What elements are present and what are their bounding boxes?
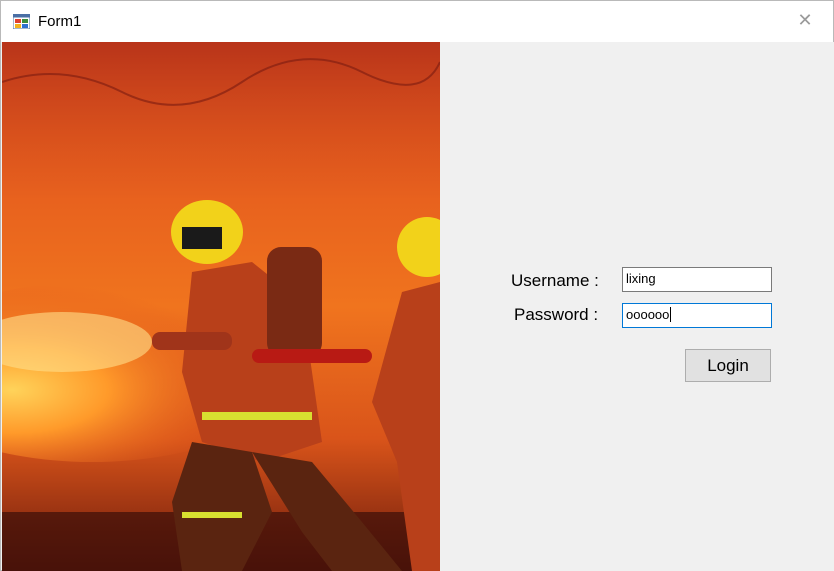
firefighters-image (2, 42, 440, 571)
login-form-panel: Username : lixing Password : oooooo Logi… (440, 42, 834, 571)
username-value: lixing (626, 271, 656, 286)
close-button[interactable]: ✕ (795, 11, 815, 31)
password-label: Password : (514, 305, 599, 324)
username-field[interactable]: lixing (622, 267, 772, 292)
title-bar[interactable]: Form1 ✕ (1, 1, 833, 42)
close-icon: ✕ (797, 10, 813, 31)
password-field[interactable]: oooooo (622, 303, 772, 328)
username-label: Username : (511, 271, 599, 290)
window-title: Form1 (38, 13, 82, 30)
password-value: oooooo (626, 307, 670, 322)
login-window: Form1 ✕ Username: lixing Password: ooo… (0, 0, 834, 571)
form-icon (13, 14, 30, 29)
text-caret (670, 307, 672, 322)
login-button[interactable]: Login (685, 349, 771, 382)
firefighters-photo-icon (2, 42, 440, 571)
